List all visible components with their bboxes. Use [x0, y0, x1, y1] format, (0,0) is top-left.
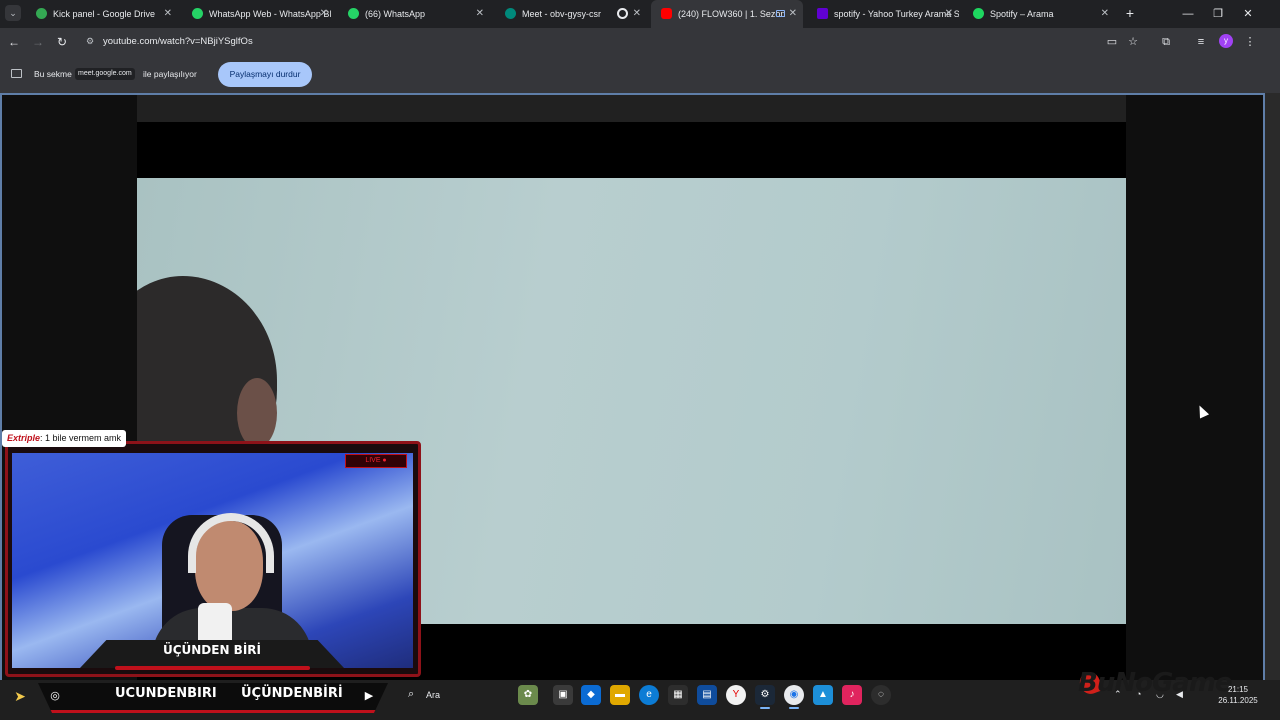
- tab-google-drive[interactable]: Kick panel - Google Drive ✕: [26, 0, 178, 28]
- live-badge: LIVE ●: [345, 454, 407, 468]
- instagram-icon: ◎: [50, 690, 60, 702]
- video-person-ear: [237, 378, 277, 448]
- tab-label: spotify - Yahoo Turkey Arama S: [834, 9, 959, 19]
- google-drive-icon: [36, 8, 47, 20]
- network-icon[interactable]: ◔: [1136, 689, 1141, 699]
- file-explorer-icon[interactable]: ▬: [610, 685, 630, 705]
- shared-site-chip[interactable]: meet.google.com: [75, 68, 135, 80]
- tab-label: (240) FLOW360 | 1. Sezon: [678, 9, 786, 19]
- url-text[interactable]: youtube.com/watch?v=NBjiYSglfOs: [103, 31, 253, 53]
- tiktok-icon[interactable]: ♪: [842, 685, 862, 705]
- store-icon[interactable]: ▦: [668, 685, 688, 705]
- steam-icon[interactable]: ⚙: [755, 685, 775, 709]
- chat-message: Extriple: 1 bile vermem amk: [2, 430, 127, 447]
- google-meet-icon: [505, 8, 516, 20]
- yandex-icon[interactable]: Y: [726, 685, 746, 705]
- search-highlight-icon[interactable]: ✿: [518, 685, 538, 705]
- bookmark-star-icon[interactable]: ☆: [1125, 34, 1141, 50]
- task-view-icon[interactable]: ▣: [553, 685, 573, 705]
- clock-time: 21:15: [1227, 685, 1249, 694]
- close-icon[interactable]: ✕: [633, 0, 641, 28]
- tab-label: Spotify – Arama: [990, 9, 1054, 19]
- wifi-icon[interactable]: ◡: [1156, 689, 1164, 700]
- tab-search-icon[interactable]: ⌄: [5, 5, 21, 21]
- close-icon[interactable]: ✕: [476, 0, 484, 28]
- stop-sharing-button[interactable]: Paylaşmayı durdur: [218, 62, 312, 87]
- menu-kebab-icon[interactable]: ⋮: [1242, 34, 1258, 50]
- browser-toolbar: ← → ↻ ⚙ youtube.com/watch?v=NBjiYSglfOs …: [0, 28, 1280, 56]
- tab-label: Kick panel - Google Drive: [53, 9, 156, 19]
- tab-whatsapp[interactable]: (66) WhatsApp ✕: [338, 0, 490, 28]
- screen-share-icon: [11, 69, 22, 78]
- youtube-icon: [661, 8, 672, 20]
- close-icon[interactable]: ✕: [1101, 0, 1109, 28]
- search-icon[interactable]: ⌕: [408, 688, 414, 701]
- tab-label: (66) WhatsApp: [365, 9, 426, 19]
- taskbar-clock[interactable]: 21:15 26.11.2025: [1213, 684, 1263, 706]
- social-handle-2: ÜÇÜNDENBİRİ: [241, 686, 343, 701]
- recording-icon: [617, 8, 628, 20]
- video-letterbox-top: [137, 122, 1126, 178]
- forward-icon[interactable]: →: [30, 34, 46, 50]
- widgets-icon[interactable]: ➤: [10, 686, 30, 706]
- extensions-icon[interactable]: ⧉: [1158, 34, 1174, 50]
- close-icon[interactable]: ✕: [945, 0, 953, 28]
- tab-sharing-icon: [776, 10, 785, 17]
- sharing-text-start: Bu sekme: [34, 69, 72, 79]
- tray-chevron-icon[interactable]: ⌃: [1114, 689, 1122, 700]
- close-icon[interactable]: ✕: [789, 0, 797, 28]
- reload-icon[interactable]: ↻: [54, 34, 70, 50]
- close-icon[interactable]: ✕: [320, 0, 328, 28]
- clock-date: 26.11.2025: [1218, 696, 1258, 705]
- app-icon[interactable]: ▤: [697, 685, 717, 705]
- tab-strip: ⌄ Kick panel - Google Drive ✕ WhatsApp W…: [0, 0, 1280, 28]
- screen: ⌄ Kick panel - Google Drive ✕ WhatsApp W…: [0, 0, 1280, 720]
- tab-youtube[interactable]: (240) FLOW360 | 1. Sezon ✕: [651, 0, 803, 28]
- spotify-icon: [973, 8, 984, 20]
- streamer-name: ÜÇÜNDEN BİRİ: [162, 643, 262, 657]
- photos-icon[interactable]: ▲: [813, 685, 833, 705]
- edge-icon[interactable]: e: [639, 685, 659, 705]
- chat-text: : 1 bile vermem amk: [40, 433, 122, 443]
- whatsapp-icon: [348, 8, 359, 20]
- tab-label: WhatsApp Web - WhatsApp Bl: [209, 9, 332, 19]
- sharing-text-end: ile paylaşılıyor: [143, 69, 197, 79]
- new-tab-icon[interactable]: +: [1122, 0, 1138, 28]
- obs-icon[interactable]: ◌: [871, 685, 891, 705]
- tab-whatsapp-web[interactable]: WhatsApp Web - WhatsApp Bl ✕: [182, 0, 334, 28]
- tab-label: Meet - obv-gysy-csr: [522, 9, 602, 19]
- yahoo-icon: [817, 8, 828, 20]
- cast-icon[interactable]: ▭: [1104, 34, 1120, 50]
- name-underline: [115, 666, 310, 670]
- chat-username: Extriple: [7, 433, 41, 443]
- site-settings-icon[interactable]: ⚙: [86, 36, 94, 47]
- reading-list-icon[interactable]: ≡: [1193, 34, 1209, 50]
- tab-sharing-infobar: Bu sekme meet.google.com ile paylaşılıyo…: [0, 56, 1280, 93]
- webcam-feed: [12, 453, 413, 668]
- close-icon[interactable]: ✕: [164, 0, 172, 28]
- chrome-icon[interactable]: ◉: [784, 685, 804, 709]
- restore-icon[interactable]: ❐: [1204, 0, 1232, 28]
- whatsapp-icon: [192, 8, 203, 20]
- tab-spotify[interactable]: Spotify – Arama ✕: [963, 0, 1115, 28]
- tab-google-meet[interactable]: Meet - obv-gysy-csr: [495, 0, 603, 28]
- speaker-icon[interactable]: ◀: [1176, 689, 1183, 700]
- minimize-icon[interactable]: —: [1174, 0, 1202, 28]
- scrollbar[interactable]: [1265, 93, 1280, 680]
- back-icon[interactable]: ←: [6, 34, 22, 50]
- copilot-icon[interactable]: ◆: [581, 685, 601, 705]
- taskbar-search-label[interactable]: Ara: [426, 690, 440, 700]
- video-top-strip: [137, 95, 1126, 122]
- tab-yahoo-search[interactable]: spotify - Yahoo Turkey Arama S ✕: [807, 0, 959, 28]
- tab-recording[interactable]: ✕: [607, 0, 647, 28]
- profile-avatar[interactable]: y: [1219, 34, 1233, 48]
- youtube-icon: ▶: [364, 690, 374, 702]
- watermark-text: BuNoGame: [1078, 668, 1233, 698]
- address-bar[interactable]: ⚙ youtube.com/watch?v=NBjiYSglfOs: [80, 31, 1080, 53]
- social-handle-1: UCUNDENBIRI: [115, 686, 217, 701]
- window-close-icon[interactable]: ✕: [1234, 0, 1262, 28]
